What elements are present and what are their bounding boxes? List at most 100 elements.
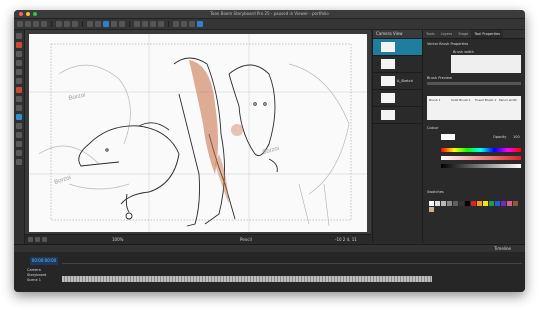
toolbar-divider [129,21,130,27]
colour-swatch[interactable] [435,201,440,206]
opacity-label: Opacity [493,135,507,139]
preset-label[interactable]: Fused Brush 1 [475,98,496,102]
colour-swatch[interactable] [489,201,494,206]
hue-slider[interactable] [441,148,521,152]
layer-thumbnail [381,42,395,52]
hand-tool-icon[interactable] [16,123,22,129]
timecode-display[interactable]: 00:00:00:00 [30,257,58,265]
colour-swatch[interactable] [441,201,446,206]
brush-properties-title: Vector Brush Properties [427,42,469,46]
undo-icon[interactable] [41,21,47,27]
open-icon[interactable] [25,21,31,27]
preset-label[interactable]: Solid Brush 1 [451,98,471,102]
colour-swatch[interactable] [513,201,518,206]
grid-icon[interactable] [28,237,33,242]
dropper-tool-icon[interactable] [16,141,22,147]
colour-swatch[interactable] [459,201,464,206]
timeline-frames-track[interactable] [62,276,432,282]
save-icon[interactable] [33,21,39,27]
saturation-slider[interactable] [441,156,521,160]
colour-swatch[interactable] [465,201,470,206]
drawing-canvas[interactable]: Borzoi Borzoi Borzoi [29,34,367,232]
preset-label[interactable]: Pencil width [499,98,517,102]
brush-size-slider[interactable] [427,82,521,85]
layer-thumbnail [381,76,395,86]
opacity-value[interactable]: 100 [513,135,520,139]
layers-panel: Camera View A_Sketch [372,30,422,243]
colour-swatch[interactable] [501,201,506,206]
preset-label[interactable]: Brush 1 [429,98,441,102]
brush-preview-box [451,55,521,73]
light-table-icon[interactable] [42,237,47,242]
camera-tool-icon[interactable] [16,114,22,120]
colour-swatch[interactable] [495,201,500,206]
layer-row[interactable] [373,90,422,107]
cutter-tool-icon[interactable] [16,150,22,156]
brush-width-label: Brush width [453,50,474,54]
onion-skin-icon[interactable] [35,237,40,242]
window-title: Toon Boom Storyboard Pro 25 - paused in … [210,11,329,16]
zoom-in-icon[interactable] [134,21,140,27]
eraser-icon[interactable] [111,21,117,27]
timeline-panel: Timeline 00:00:00:00 Camera Storyboard S… [14,244,525,292]
stage-status-bar: 100% Pencil -10 2 4, 11 [25,234,371,244]
cut-icon[interactable] [56,21,62,27]
text-tool-icon[interactable] [16,96,22,102]
colour-swatch[interactable] [477,201,482,206]
layer-row[interactable]: A_Sketch [373,73,422,90]
line-tool-icon[interactable] [16,69,22,75]
layer-row[interactable] [373,107,422,124]
stop-icon[interactable] [181,21,187,27]
colour-section-title: Colour [427,126,439,130]
paint-tool-icon[interactable] [16,87,22,93]
colour-swatch[interactable] [483,201,488,206]
timeline-row-label: Storyboard [27,273,47,277]
select-tool-icon[interactable] [16,33,22,39]
layer-row[interactable] [373,56,422,73]
pencil-icon[interactable] [103,21,109,27]
colour-swatch[interactable] [507,201,512,206]
tab-layers[interactable]: Layers [438,30,456,38]
value-slider[interactable] [441,164,521,168]
zoom-out-icon[interactable] [142,21,148,27]
sketch-note: Borzoi [68,93,86,102]
tab-stage[interactable]: Stage [455,30,471,38]
rectangle-tool-icon[interactable] [16,78,22,84]
tab-tools[interactable]: Tools [423,30,438,38]
zoom-tool-icon[interactable] [16,132,22,138]
transform-tool-icon[interactable] [16,105,22,111]
title-bar: Toon Boom Storyboard Pro 25 - paused in … [14,10,525,19]
rotate-icon[interactable] [158,21,164,27]
timeline-row-label: Camera [27,268,41,272]
timeline-row-label: Scene 1 [27,278,42,282]
fill-icon[interactable] [119,21,125,27]
contour-tool-icon[interactable] [16,159,22,165]
layer-thumbnail [381,110,395,120]
timeline-ruler[interactable] [62,259,522,264]
sketch-artwork: Borzoi Borzoi Borzoi [29,34,367,232]
brush-icon[interactable] [95,21,101,27]
hand-icon[interactable] [150,21,156,27]
current-colour-swatch[interactable] [441,134,455,140]
tab-tool-properties[interactable]: Tool Properties [471,30,503,38]
view-mode-label: Pencil [240,237,252,242]
select-icon[interactable] [87,21,93,27]
colour-swatch[interactable] [429,207,434,212]
colour-swatch[interactable] [447,201,452,206]
colour-swatch[interactable] [429,201,434,206]
colour-swatch[interactable] [453,201,458,206]
new-icon[interactable] [17,21,23,27]
layer-thumbnail [381,93,395,103]
zoom-level[interactable]: 100% [112,237,123,242]
play-icon[interactable] [173,21,179,27]
eraser-tool-icon[interactable] [16,60,22,66]
paste-icon[interactable] [72,21,78,27]
loop-icon[interactable] [189,21,195,27]
layer-row[interactable] [373,39,422,56]
colour-swatch[interactable] [471,201,476,206]
brush-tool-icon[interactable] [16,42,22,48]
swatches-section-title: Swatches [427,190,444,194]
camera-icon[interactable] [197,21,203,27]
copy-icon[interactable] [64,21,70,27]
pencil-tool-icon[interactable] [16,51,22,57]
